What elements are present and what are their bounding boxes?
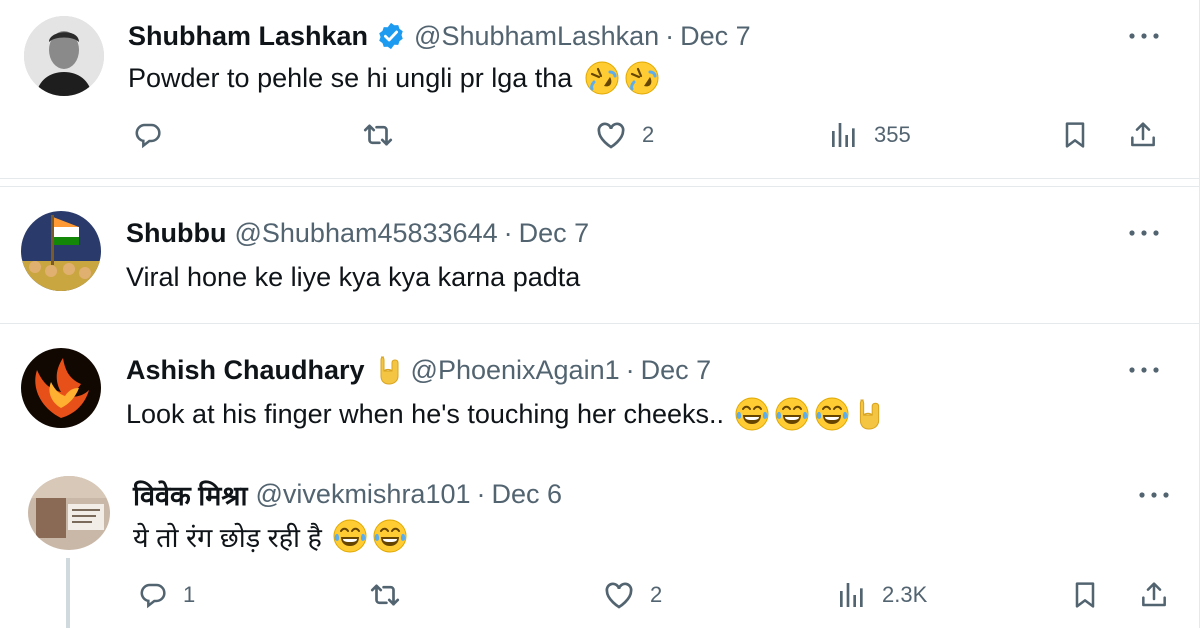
tweet-text: ये तो रंग छोड़ रही है: [133, 516, 408, 556]
user-handle[interactable]: @vivekmishra101: [256, 479, 471, 510]
more-icon[interactable]: [1127, 228, 1161, 238]
bookmark-icon: [1059, 119, 1091, 151]
retweet-button[interactable]: [368, 578, 402, 612]
tweet-text-content: ये तो रंग छोड़ रही है: [133, 522, 322, 553]
separator-dot: ·: [476, 478, 486, 509]
tweet-divider: [0, 178, 1200, 179]
display-name[interactable]: Shubbu: [126, 218, 226, 249]
views-button[interactable]: 2.3K: [836, 578, 927, 612]
tweet-header: Ashish Chaudhary @PhoenixAgain1 · Dec 7: [126, 352, 711, 388]
like-count: 2: [642, 122, 655, 147]
display-name[interactable]: Shubham Lashkan: [128, 21, 368, 52]
tweet-vivek-mishra[interactable]: विवेक मिश्रा @vivekmishra101 · Dec 6 ये …: [0, 462, 1200, 628]
share-button[interactable]: [1127, 118, 1159, 152]
retweet-icon: [361, 118, 395, 152]
sign-of-the-horns-icon: [375, 355, 403, 385]
bookmark-button[interactable]: [1059, 118, 1091, 152]
separator-dot: ·: [503, 217, 513, 248]
tweet-ashish-chaudhary[interactable]: Ashish Chaudhary @PhoenixAgain1 · Dec 7 …: [0, 324, 1200, 460]
bookmark-icon: [1069, 579, 1101, 611]
rolling-on-floor-laughing-emoji-icon: [624, 60, 660, 96]
user-handle[interactable]: @ShubhamLashkan: [414, 21, 659, 52]
tweet-date[interactable]: Dec 6: [492, 479, 563, 510]
share-icon: [1138, 579, 1170, 611]
tweet-text: Powder to pehle se hi ungli pr lga tha: [128, 58, 660, 98]
tears-of-joy-emoji-icon: [372, 518, 408, 554]
more-icon[interactable]: [1127, 365, 1161, 375]
more-icon[interactable]: [1137, 490, 1171, 500]
like-button[interactable]: 2: [602, 578, 662, 612]
reply-button[interactable]: [132, 118, 164, 152]
tweet-date[interactable]: Dec 7: [680, 21, 751, 52]
tweet-header: Shubham Lashkan @ShubhamLashkan · Dec 7: [128, 18, 751, 54]
views-count: 2.3K: [882, 582, 928, 607]
tweet-date[interactable]: Dec 7: [519, 218, 590, 249]
avatar[interactable]: [28, 476, 110, 550]
bookmark-button[interactable]: [1069, 578, 1101, 612]
tweet-text: Look at his finger when he's touching he…: [126, 394, 884, 434]
display-name[interactable]: विवेक मिश्रा: [133, 476, 248, 513]
avatar-portrait-image: [24, 16, 104, 96]
tears-of-joy-emoji-icon: [734, 396, 770, 432]
tweet-header: विवेक मिश्रा @vivekmishra101 · Dec 6: [133, 476, 562, 512]
retweet-button[interactable]: [361, 118, 395, 152]
views-icon: [828, 119, 860, 151]
thread-connector-line: [66, 558, 70, 628]
tears-of-joy-emoji-icon: [774, 396, 810, 432]
tweet-date[interactable]: Dec 7: [641, 355, 712, 386]
display-name[interactable]: Ashish Chaudhary: [126, 355, 365, 386]
rolling-on-floor-laughing-emoji-icon: [584, 60, 620, 96]
user-handle[interactable]: @Shubham45833644: [234, 218, 497, 249]
heart-icon: [602, 578, 636, 612]
share-icon: [1127, 119, 1159, 151]
heart-icon: [594, 118, 628, 152]
tweet-shubham-lashkan[interactable]: Shubham Lashkan @ShubhamLashkan · Dec 7 …: [0, 0, 1200, 178]
avatar[interactable]: [21, 348, 101, 428]
user-handle[interactable]: @PhoenixAgain1: [411, 355, 620, 386]
avatar[interactable]: [24, 16, 104, 96]
reply-button[interactable]: 1: [137, 578, 195, 612]
views-icon: [836, 579, 868, 611]
tears-of-joy-emoji-icon: [332, 518, 368, 554]
tweet-text-content: Viral hone ke liye kya kya karna padta: [126, 261, 581, 292]
sign-of-the-horns-emoji-icon: [854, 396, 884, 432]
reply-icon: [137, 579, 169, 611]
reply-icon: [132, 119, 164, 151]
retweet-icon: [368, 578, 402, 612]
like-button[interactable]: 2: [594, 118, 654, 152]
tweet-header: Shubbu @Shubham45833644 · Dec 7: [126, 215, 589, 251]
tweet-shubbu[interactable]: Shubbu @Shubham45833644 · Dec 7 Viral ho…: [0, 187, 1200, 323]
avatar-photo-image: [28, 476, 110, 550]
tweet-text: Viral hone ke liye kya kya karna padta: [126, 257, 580, 297]
reply-count: 1: [183, 582, 196, 607]
avatar-phoenix-image: [21, 348, 101, 428]
views-button[interactable]: 355: [828, 118, 911, 152]
more-icon[interactable]: [1127, 31, 1161, 41]
separator-dot: ·: [625, 354, 635, 385]
like-count: 2: [650, 582, 663, 607]
tweet-text-content: Look at his finger when he's touching he…: [126, 398, 725, 429]
avatar[interactable]: [21, 211, 101, 291]
tweet-text-content: Powder to pehle se hi ungli pr lga tha: [128, 62, 573, 93]
verified-badge-icon[interactable]: [376, 21, 406, 51]
tears-of-joy-emoji-icon: [814, 396, 850, 432]
views-count: 355: [874, 122, 911, 147]
separator-dot: ·: [665, 20, 675, 51]
avatar-flag-image: [21, 211, 101, 291]
share-button[interactable]: [1138, 578, 1170, 612]
